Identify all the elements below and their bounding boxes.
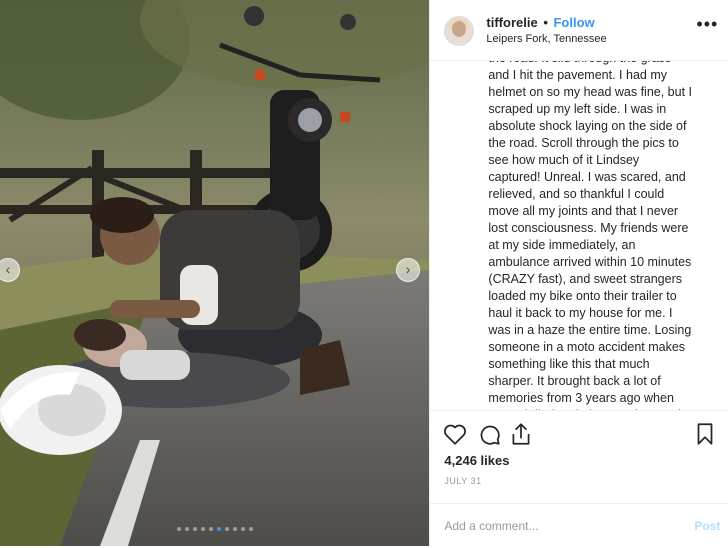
comment-icon[interactable] <box>476 421 502 447</box>
heart-icon[interactable] <box>442 421 468 447</box>
carousel-dot <box>201 527 205 531</box>
instagram-post: ‹ › tifforelie • Follow Leipers Fork, Te… <box>0 0 728 547</box>
actions-panel: 4,246 likes JULY 31 Add a comment... Pos… <box>430 410 728 547</box>
post-header: tifforelie • Follow Leipers Fork, Tennes… <box>430 0 728 61</box>
caption-line: haul it back to my house for me. I <box>488 306 673 320</box>
carousel-dot <box>233 527 237 531</box>
caption-line: someone in a moto accident makes <box>488 340 686 354</box>
caption-line: memories from 3 years ago when <box>488 391 674 405</box>
carousel-dot <box>241 527 245 531</box>
username-line: tifforelie • Follow <box>486 15 594 30</box>
caption-line: (CRAZY fast), and sweet strangers <box>488 272 682 286</box>
username-link[interactable]: tifforelie <box>486 15 537 30</box>
carousel-indicator <box>0 527 429 531</box>
caption-line: was in a haze the entire time. Losing <box>488 323 692 337</box>
caption-line: move all my joints and that I never <box>488 204 679 218</box>
caption-line: loaded my bike onto their trailer to <box>488 289 677 303</box>
caption-line: and I hit the pavement. I had my <box>488 68 667 82</box>
caption-line: absolute shock laying on the side of <box>488 119 687 133</box>
comment-bar: Add a comment... Post <box>430 503 728 548</box>
separator-dot: • <box>539 15 552 30</box>
post-photo[interactable]: ‹ › <box>0 0 430 546</box>
carousel-dot <box>249 527 253 531</box>
likes-count[interactable]: 4,246 likes <box>444 453 509 468</box>
carousel-dot <box>177 527 181 531</box>
share-icon[interactable] <box>508 421 534 447</box>
post-comment-button[interactable]: Post <box>694 519 720 533</box>
bookmark-icon[interactable] <box>692 421 718 447</box>
carousel-dot <box>185 527 189 531</box>
carousel-dot <box>225 527 229 531</box>
carousel-dot <box>193 527 197 531</box>
caption-line: the road. Scroll through the pics to <box>488 136 679 150</box>
post-date: JULY 31 <box>444 476 482 486</box>
caption-text: the road. It slid through the grassand I… <box>488 50 714 410</box>
caption-line: at my side immediately, an <box>488 238 636 252</box>
caption-line: helmet on so my head was fine, but I <box>488 85 692 99</box>
avatar-face-shape <box>452 21 467 37</box>
carousel-dot <box>217 527 221 531</box>
comment-input[interactable]: Add a comment... <box>444 519 538 533</box>
caption-line: relieved, and so thankful I could <box>488 187 665 201</box>
caption-line: ambulance arrived within 10 minutes <box>488 255 692 269</box>
photo-scene <box>0 0 430 546</box>
caption-line: see how much of it Lindsey <box>488 153 640 167</box>
post-sidebar: tifforelie • Follow Leipers Fork, Tennes… <box>429 0 728 547</box>
follow-button[interactable]: Follow <box>553 15 594 30</box>
caption-line: scraped up my left side. I was in <box>488 102 667 116</box>
caption-line: captured! Unreal. I was scared, and <box>488 170 686 184</box>
caption-line: sharper. It brought back a lot of <box>488 374 661 388</box>
location-link[interactable]: Leipers Fork, Tennessee <box>486 33 606 45</box>
carousel-next-button[interactable]: › <box>396 258 420 282</box>
avatar[interactable] <box>444 16 475 46</box>
more-options-icon[interactable]: ••• <box>696 14 718 35</box>
caption-line: lost consciousness. My friends were <box>488 221 689 235</box>
caption-line: something like this that much <box>488 357 650 371</box>
carousel-dot <box>209 527 213 531</box>
